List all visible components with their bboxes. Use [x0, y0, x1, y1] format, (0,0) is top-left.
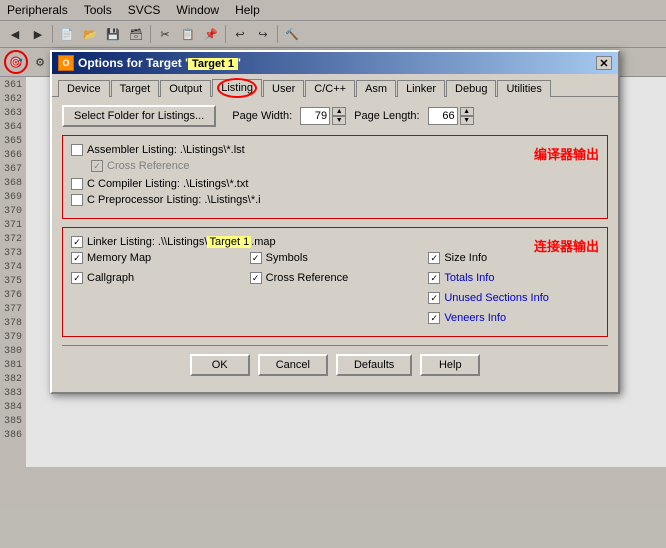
title-left: O Options for Target 'Target 1' [58, 55, 241, 71]
tab-listing[interactable]: Listing [212, 79, 262, 97]
modal-overlay: O Options for Target 'Target 1' ✕ Device… [0, 0, 666, 548]
symbols-checkbox[interactable] [250, 252, 262, 264]
page-width-spinner[interactable]: ▲ ▼ [300, 107, 346, 125]
c-compiler-row: C Compiler Listing: .\Listings\*.txt [71, 178, 599, 190]
page-width-up[interactable]: ▲ [332, 107, 346, 116]
defaults-button[interactable]: Defaults [336, 354, 412, 376]
page-length-input[interactable] [428, 107, 458, 125]
cross-reference-label: Cross Reference [107, 160, 190, 172]
symbols-label: Symbols [266, 252, 308, 264]
tab-output[interactable]: Output [160, 80, 211, 97]
options-dialog: O Options for Target 'Target 1' ✕ Device… [50, 50, 620, 394]
cross-reference-row: Cross Reference [91, 160, 599, 172]
cross-ref-linker-label: Cross Reference [266, 272, 349, 284]
unused-sections-row: Unused Sections Info [428, 292, 599, 304]
ok-button[interactable]: OK [190, 354, 250, 376]
c-preprocessor-label: C Preprocessor Listing: .\Listings\*.i [87, 194, 261, 206]
compiler-section: 编译器输出 Assembler Listing: .\Listings\*.ls… [62, 135, 608, 219]
title-bar: O Options for Target 'Target 1' ✕ [52, 52, 618, 74]
tab-target[interactable]: Target [111, 80, 160, 97]
page-length-down[interactable]: ▼ [460, 116, 474, 125]
page-width-label: Page Width: [232, 110, 292, 122]
veneers-info-label: Veneers Info [444, 312, 506, 324]
linker-listing-row: Linker Listing: .\\Listings\Target 1.map [71, 236, 599, 248]
totals-info-row: Totals Info [428, 272, 599, 284]
page-length-spinner[interactable]: ▲ ▼ [428, 107, 474, 125]
tab-asm[interactable]: Asm [356, 80, 396, 97]
linker-section: 连接器输出 Linker Listing: .\\Listings\Target… [62, 227, 608, 337]
totals-info-checkbox[interactable] [428, 272, 440, 284]
page-settings: Page Width: ▲ ▼ Page Length: ▲ ▼ [232, 107, 473, 125]
linker-section-label-cn: 连接器输出 [534, 236, 599, 255]
memory-map-label: Memory Map [87, 252, 151, 264]
c-preprocessor-row: C Preprocessor Listing: .\Listings\*.i [71, 194, 599, 206]
unused-sections-label: Unused Sections Info [444, 292, 549, 304]
linker-listing-label: Linker Listing: .\\Listings\Target 1.map [87, 236, 276, 248]
veneers-info-checkbox[interactable] [428, 312, 440, 324]
callgraph-label: Callgraph [87, 272, 134, 284]
page-width-input[interactable] [300, 107, 330, 125]
callgraph-checkbox[interactable] [71, 272, 83, 284]
c-compiler-label: C Compiler Listing: .\Listings\*.txt [87, 178, 248, 190]
size-info-label: Size Info [444, 252, 487, 264]
select-folder-button[interactable]: Select Folder for Listings... [62, 105, 216, 127]
tab-user[interactable]: User [263, 80, 304, 97]
dialog-title: Options for Target 'Target 1' [78, 56, 241, 70]
page-length-spin-btns: ▲ ▼ [460, 107, 474, 125]
linker-options-grid: Memory Map Symbols Size Info Callgraph [71, 252, 599, 328]
title-icon: O [58, 55, 74, 71]
c-preprocessor-checkbox[interactable] [71, 194, 83, 206]
callgraph-row: Callgraph [71, 272, 242, 284]
totals-info-label: Totals Info [444, 272, 494, 284]
cancel-button[interactable]: Cancel [258, 354, 328, 376]
bottom-row: OK Cancel Defaults Help [62, 345, 608, 384]
page-length-up[interactable]: ▲ [460, 107, 474, 116]
page-width-down[interactable]: ▼ [332, 116, 346, 125]
tab-linker[interactable]: Linker [397, 80, 445, 97]
memory-map-row: Memory Map [71, 252, 242, 264]
close-button[interactable]: ✕ [596, 56, 612, 70]
tab-debug[interactable]: Debug [446, 80, 496, 97]
assembler-listing-checkbox[interactable] [71, 144, 83, 156]
top-row: Select Folder for Listings... Page Width… [62, 105, 608, 127]
cross-ref-linker-checkbox[interactable] [250, 272, 262, 284]
symbols-row: Symbols [250, 252, 421, 264]
tab-cpp[interactable]: C/C++ [305, 80, 355, 97]
cross-ref-linker-row: Cross Reference [250, 272, 421, 284]
assembler-listing-row: Assembler Listing: .\Listings\*.lst [71, 144, 599, 156]
unused-sections-checkbox[interactable] [428, 292, 440, 304]
dialog-content: Select Folder for Listings... Page Width… [52, 97, 618, 392]
tab-utilities[interactable]: Utilities [497, 80, 550, 97]
veneers-info-row: Veneers Info [428, 312, 599, 324]
memory-map-checkbox[interactable] [71, 252, 83, 264]
assembler-listing-label: Assembler Listing: .\Listings\*.lst [87, 144, 245, 156]
tabs-row: Device Target Output Listing User C/C++ … [52, 74, 618, 97]
page-length-label: Page Length: [354, 110, 419, 122]
tab-device[interactable]: Device [58, 80, 110, 97]
help-button[interactable]: Help [420, 354, 480, 376]
cross-reference-checkbox[interactable] [91, 160, 103, 172]
compiler-section-label-cn: 编译器输出 [534, 144, 599, 163]
page-width-spin-btns: ▲ ▼ [332, 107, 346, 125]
size-info-checkbox[interactable] [428, 252, 440, 264]
c-compiler-checkbox[interactable] [71, 178, 83, 190]
linker-listing-checkbox[interactable] [71, 236, 83, 248]
